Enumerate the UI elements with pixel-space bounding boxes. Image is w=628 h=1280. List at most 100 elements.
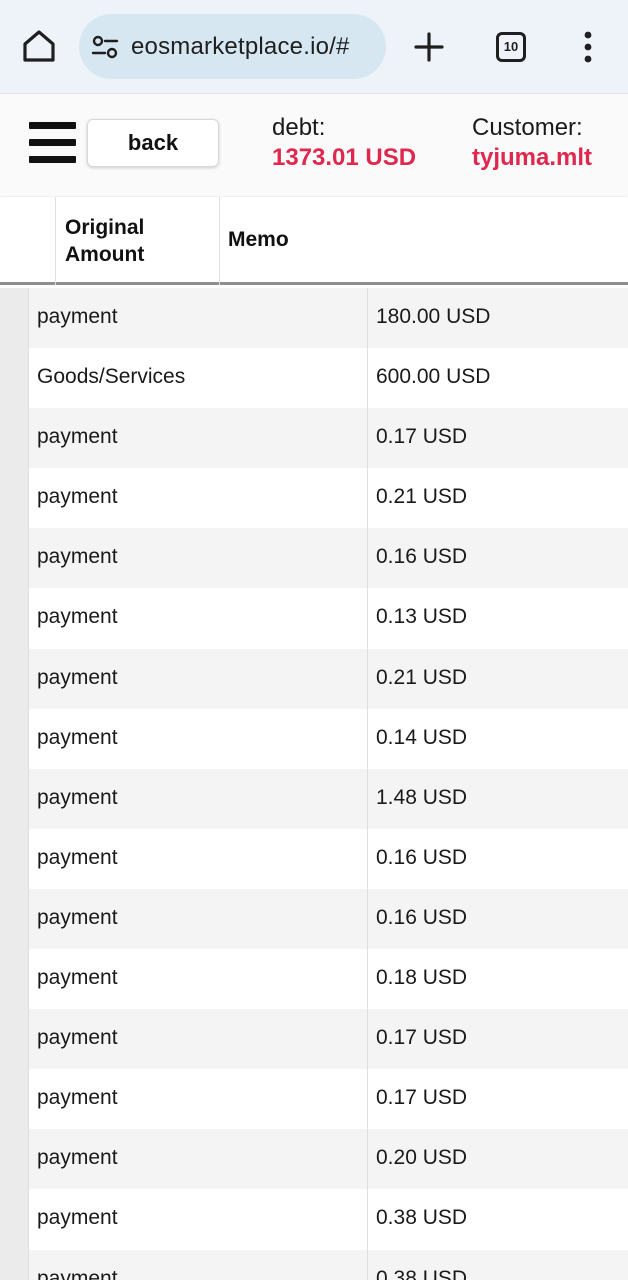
memo-cell: payment bbox=[37, 425, 118, 449]
transactions-table-body[interactable]: payment 180.00 USD Goods/Services 600.00 US… bbox=[0, 288, 628, 1280]
table-row[interactable]: payment 0.21 USD bbox=[0, 468, 628, 529]
column-divider bbox=[367, 408, 368, 469]
back-button[interactable]: back bbox=[87, 119, 219, 167]
app-header: back debt: 1373.01 USD Customer: tyjuma.… bbox=[0, 94, 628, 196]
column-divider bbox=[28, 708, 29, 769]
table-row[interactable]: payment 1.48 USD bbox=[0, 768, 628, 829]
row-stub-cell bbox=[0, 468, 28, 529]
column-divider bbox=[28, 1189, 29, 1250]
table-row[interactable]: payment 0.20 USD bbox=[0, 1129, 628, 1190]
row-stub-cell bbox=[0, 949, 28, 1010]
column-divider bbox=[367, 1069, 368, 1130]
memo-cell: payment bbox=[37, 1206, 118, 1230]
amount-cell: 0.21 USD bbox=[376, 665, 468, 689]
amount-cell: 0.13 USD bbox=[376, 605, 468, 629]
tab-switcher-icon[interactable]: 10 bbox=[496, 32, 526, 62]
amount-cell: 1.48 USD bbox=[376, 785, 468, 809]
amount-cell: 0.17 USD bbox=[376, 1086, 468, 1110]
memo-cell: payment bbox=[37, 305, 118, 328]
memo-cell: payment bbox=[37, 1146, 118, 1170]
memo-cell: payment bbox=[37, 485, 118, 509]
column-divider bbox=[28, 1009, 29, 1070]
table-row[interactable]: payment 0.21 USD bbox=[0, 648, 628, 709]
column-header-original-amount[interactable]: Original Amount bbox=[65, 214, 215, 268]
column-divider bbox=[367, 1009, 368, 1070]
table-row[interactable]: payment 0.17 USD bbox=[0, 1069, 628, 1130]
more-menu-icon[interactable] bbox=[580, 30, 596, 64]
row-stub-cell bbox=[0, 408, 28, 469]
column-divider bbox=[367, 708, 368, 769]
amount-cell: 0.20 USD bbox=[376, 1146, 468, 1170]
row-stub-cell bbox=[0, 828, 28, 889]
row-stub-cell bbox=[0, 588, 28, 649]
column-divider bbox=[367, 768, 368, 829]
browser-toolbar: eosmarketplace.io/# 10 bbox=[0, 0, 628, 94]
column-divider bbox=[28, 528, 29, 589]
memo-cell: payment bbox=[37, 545, 118, 569]
table-row[interactable]: payment 180.00 USD bbox=[0, 288, 628, 349]
column-divider bbox=[367, 648, 368, 709]
column-divider bbox=[367, 949, 368, 1010]
amount-cell: 0.17 USD bbox=[376, 1026, 468, 1050]
amount-cell: 0.14 USD bbox=[376, 725, 468, 749]
column-divider bbox=[28, 828, 29, 889]
column-divider bbox=[367, 1249, 368, 1280]
customer-label: Customer: bbox=[472, 114, 583, 141]
hamburger-menu-icon[interactable] bbox=[29, 122, 76, 164]
row-stub-cell bbox=[0, 348, 28, 409]
column-divider bbox=[28, 888, 29, 950]
memo-cell: payment bbox=[37, 785, 118, 809]
table-row[interactable]: payment 0.16 USD bbox=[0, 528, 628, 589]
memo-cell: payment bbox=[37, 845, 118, 869]
table-header: Original Amount Memo bbox=[0, 197, 628, 285]
row-stub-cell bbox=[0, 528, 28, 589]
table-row[interactable]: payment 0.16 USD bbox=[0, 828, 628, 889]
memo-cell: payment bbox=[37, 605, 118, 629]
memo-cell: payment bbox=[37, 966, 118, 990]
column-divider bbox=[367, 348, 368, 409]
table-row[interactable]: payment 0.17 USD bbox=[0, 408, 628, 469]
amount-cell: 0.38 USD bbox=[376, 1206, 468, 1230]
table-row[interactable]: payment 0.16 USD bbox=[0, 888, 628, 950]
column-header-memo[interactable]: Memo bbox=[228, 228, 289, 252]
row-stub-cell bbox=[0, 1249, 28, 1280]
memo-cell: payment bbox=[37, 905, 118, 929]
column-divider bbox=[367, 528, 368, 589]
memo-cell: Goods/Services bbox=[37, 365, 186, 389]
row-stub-cell bbox=[0, 648, 28, 709]
row-stub-cell bbox=[0, 1009, 28, 1070]
column-divider bbox=[367, 1129, 368, 1190]
amount-cell: 180.00 USD bbox=[376, 305, 491, 328]
column-divider bbox=[367, 288, 368, 349]
amount-cell: 0.16 USD bbox=[376, 905, 468, 929]
table-row[interactable]: payment 0.17 USD bbox=[0, 1009, 628, 1070]
column-divider bbox=[28, 1249, 29, 1280]
column-divider bbox=[367, 468, 368, 529]
amount-cell: 0.16 USD bbox=[376, 845, 468, 869]
new-tab-icon[interactable] bbox=[412, 30, 446, 64]
row-stub-cell bbox=[0, 1189, 28, 1250]
url-text[interactable]: eosmarketplace.io/# bbox=[131, 33, 350, 61]
memo-cell: payment bbox=[37, 1266, 118, 1280]
table-row[interactable]: payment 0.38 USD bbox=[0, 1189, 628, 1250]
site-info-icon[interactable] bbox=[91, 34, 119, 60]
table-row[interactable]: Goods/Services 600.00 USD bbox=[0, 348, 628, 409]
amount-cell: 0.38 USD bbox=[376, 1266, 468, 1280]
table-row[interactable]: payment 0.18 USD bbox=[0, 949, 628, 1010]
address-bar[interactable]: eosmarketplace.io/# bbox=[79, 14, 386, 79]
debt-label: debt: bbox=[272, 114, 326, 141]
table-row[interactable]: payment 0.14 USD bbox=[0, 708, 628, 769]
table-row[interactable]: payment 0.38 USD bbox=[0, 1249, 628, 1280]
column-divider bbox=[28, 288, 29, 349]
home-icon[interactable] bbox=[20, 27, 58, 65]
column-divider bbox=[28, 348, 29, 409]
row-stub-cell bbox=[0, 768, 28, 829]
memo-cell: payment bbox=[37, 1086, 118, 1110]
table-row[interactable]: payment 0.13 USD bbox=[0, 588, 628, 649]
column-divider bbox=[28, 1129, 29, 1190]
column-divider bbox=[55, 197, 56, 285]
column-divider bbox=[367, 828, 368, 889]
column-divider bbox=[219, 197, 220, 285]
memo-cell: payment bbox=[37, 1026, 118, 1050]
row-stub-cell bbox=[0, 888, 28, 950]
